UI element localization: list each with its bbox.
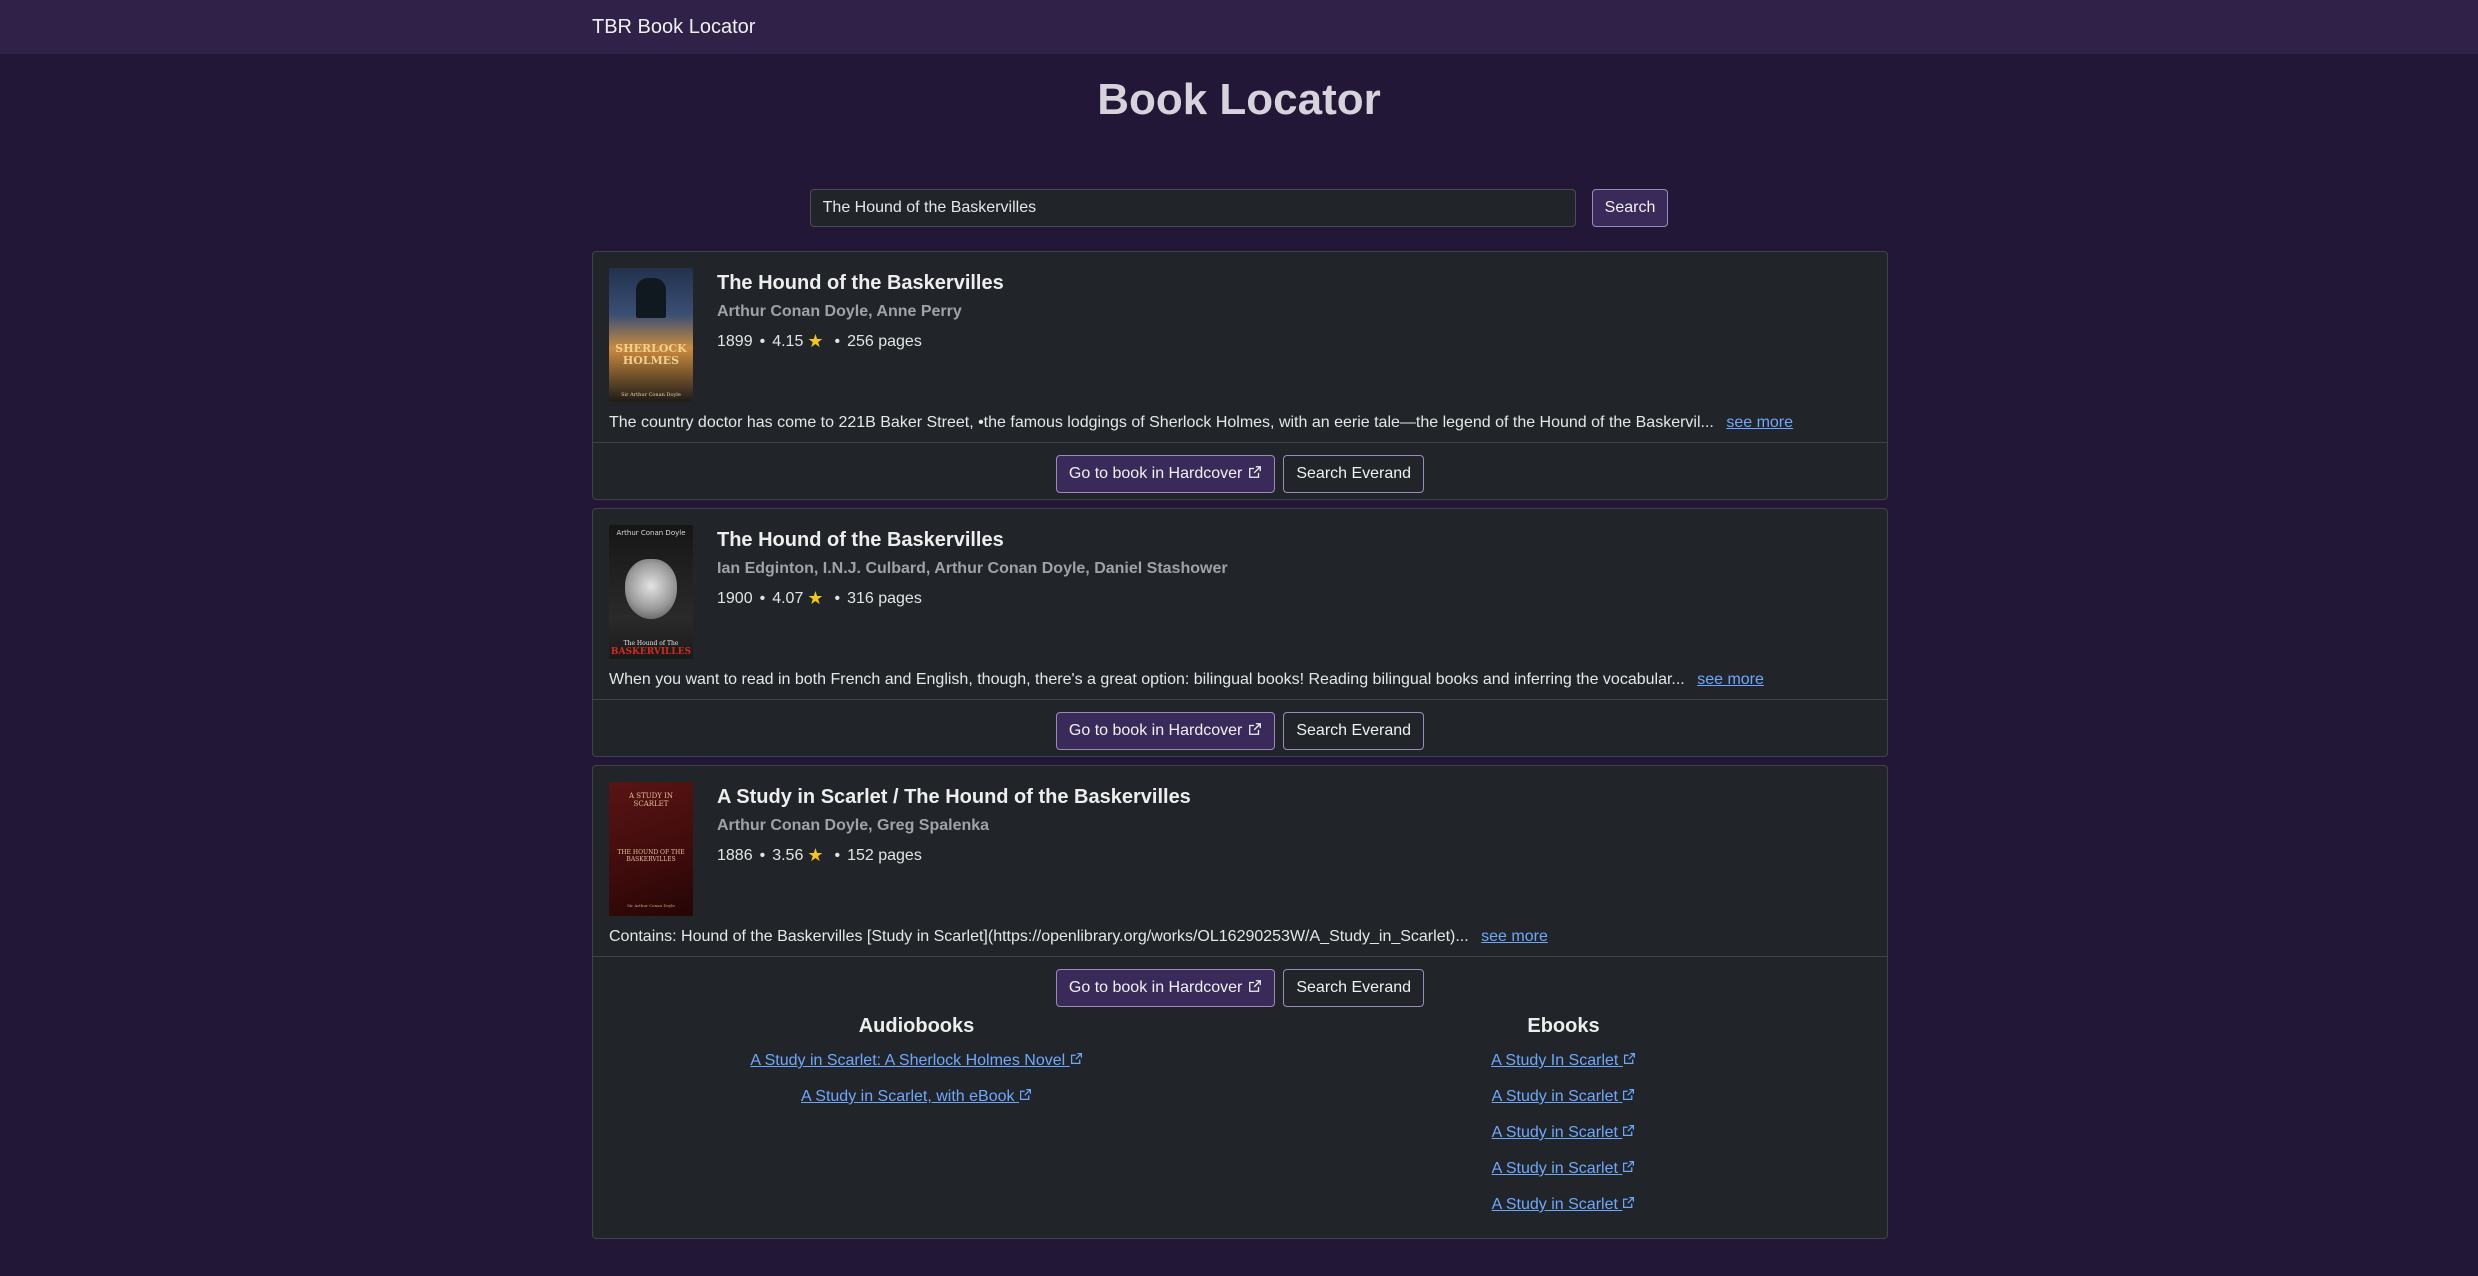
external-link-icon — [1248, 465, 1262, 484]
ebook-link[interactable]: A Study in Scarlet — [1240, 1160, 1887, 1178]
hardcover-button[interactable]: Go to book in Hardcover — [1055, 712, 1276, 750]
book-authors: Ian Edginton, I.N.J. Culbard, Arthur Con… — [717, 560, 1228, 577]
external-link-icon — [1623, 1161, 1635, 1172]
page-title: Book Locator — [1097, 75, 1381, 124]
book-cover-image: Arthur Conan Doyle The Hound of The BASK… — [609, 525, 693, 659]
external-link-icon — [1070, 1053, 1082, 1064]
results-list: SHERLOCK HOLMES Sir Arthur Conan Doyle T… — [592, 251, 1888, 1247]
ebook-link[interactable]: A Study in Scarlet — [1240, 1196, 1887, 1214]
book-description-text: The country doctor has come to 221B Bake… — [609, 414, 1714, 431]
formats-section: Audiobooks A Study in Scarlet: A Sherloc… — [593, 1007, 1887, 1232]
book-card: SHERLOCK HOLMES Sir Arthur Conan Doyle T… — [592, 251, 1888, 500]
separator-dot: • — [834, 332, 841, 350]
audiobooks-column: Audiobooks A Study in Scarlet: A Sherloc… — [593, 1015, 1240, 1232]
external-link-icon — [1019, 1089, 1031, 1100]
ebook-link[interactable]: A Study in Scarlet — [1240, 1088, 1887, 1106]
everand-button[interactable]: Search Everand — [1283, 712, 1425, 750]
external-link-icon — [1623, 1125, 1635, 1136]
audiobooks-heading: Audiobooks — [858, 1015, 975, 1037]
book-description-text: Contains: Hound of the Baskervilles [Stu… — [609, 928, 1469, 945]
book-year: 1900 — [717, 589, 753, 607]
audiobook-link[interactable]: A Study in Scarlet: A Sherlock Holmes No… — [593, 1052, 1240, 1070]
see-more-link[interactable]: see more — [1697, 671, 1764, 688]
external-link-icon — [1623, 1053, 1635, 1064]
book-description-text: When you want to read in both French and… — [609, 671, 1685, 688]
card-actions: Go to book in Hardcover Search Everand A… — [593, 956, 1887, 1238]
book-description: When you want to read in both French and… — [609, 669, 1871, 691]
search-input[interactable] — [809, 189, 1576, 227]
star-icon: ★ — [807, 588, 824, 608]
star-icon: ★ — [807, 845, 824, 865]
external-link-icon — [1248, 979, 1262, 998]
book-title: A Study in Scarlet / The Hound of the Ba… — [717, 786, 1191, 808]
book-title: The Hound of the Baskervilles — [717, 272, 1004, 294]
book-pages: 316 pages — [847, 589, 922, 607]
book-card: Arthur Conan Doyle The Hound of The BASK… — [592, 508, 1888, 757]
separator-dot: • — [834, 846, 841, 864]
book-description: Contains: Hound of the Baskervilles [Stu… — [609, 926, 1871, 948]
card-actions: Go to book in Hardcover Search Everand — [593, 699, 1887, 756]
external-link-icon — [1623, 1089, 1635, 1100]
star-icon: ★ — [807, 331, 824, 351]
separator-dot: • — [834, 589, 841, 607]
book-pages: 152 pages — [847, 846, 922, 864]
see-more-link[interactable]: see more — [1481, 928, 1548, 945]
external-link-icon — [1248, 722, 1262, 741]
book-cover-image: A STUDY IN SCARLET THE HOUND OF THE BASK… — [609, 782, 693, 916]
book-meta: 1899 • 4.15 ★ • 256 pages — [717, 331, 1004, 352]
ebooks-heading: Ebooks — [1527, 1015, 1600, 1037]
everand-button[interactable]: Search Everand — [1283, 969, 1425, 1007]
ebook-link[interactable]: A Study in Scarlet — [1240, 1124, 1887, 1142]
book-year: 1899 — [717, 332, 753, 350]
book-pages: 256 pages — [847, 332, 922, 350]
navbar: TBR Book Locator — [0, 0, 2478, 54]
ebook-link[interactable]: A Study In Scarlet — [1240, 1052, 1887, 1070]
audiobook-link[interactable]: A Study in Scarlet, with eBook — [593, 1088, 1240, 1106]
book-rating: 3.56 — [772, 846, 804, 864]
book-description: The country doctor has come to 221B Bake… — [609, 412, 1871, 434]
hardcover-button-label: Go to book in Hardcover — [1068, 465, 1243, 482]
navbar-brand[interactable]: TBR Book Locator — [592, 16, 755, 39]
book-rating: 4.07 — [772, 589, 804, 607]
see-more-link[interactable]: see more — [1726, 414, 1793, 431]
hardcover-button[interactable]: Go to book in Hardcover — [1055, 969, 1276, 1007]
separator-dot: • — [759, 332, 766, 350]
separator-dot: • — [759, 589, 766, 607]
hardcover-button-label: Go to book in Hardcover — [1068, 979, 1243, 996]
ebooks-column: Ebooks A Study In Scarlet A Study in Sca… — [1240, 1015, 1887, 1232]
hardcover-button-label: Go to book in Hardcover — [1068, 722, 1243, 739]
book-year: 1886 — [717, 846, 753, 864]
external-link-icon — [1623, 1197, 1635, 1208]
everand-button[interactable]: Search Everand — [1283, 455, 1425, 493]
book-authors: Arthur Conan Doyle, Greg Spalenka — [717, 817, 990, 834]
book-rating: 4.15 — [772, 332, 804, 350]
book-cover-image: SHERLOCK HOLMES Sir Arthur Conan Doyle — [609, 268, 693, 402]
search-form: Search — [0, 188, 2478, 228]
book-meta: 1900 • 4.07 ★ • 316 pages — [717, 588, 1228, 609]
separator-dot: • — [759, 846, 766, 864]
search-button[interactable]: Search — [1591, 189, 1669, 227]
book-meta: 1886 • 3.56 ★ • 152 pages — [717, 845, 1191, 866]
card-actions: Go to book in Hardcover Search Everand — [593, 442, 1887, 499]
book-card: A STUDY IN SCARLET THE HOUND OF THE BASK… — [592, 765, 1888, 1239]
book-authors: Arthur Conan Doyle, Anne Perry — [717, 303, 962, 320]
hardcover-button[interactable]: Go to book in Hardcover — [1055, 455, 1276, 493]
book-title: The Hound of the Baskervilles — [717, 529, 1004, 551]
